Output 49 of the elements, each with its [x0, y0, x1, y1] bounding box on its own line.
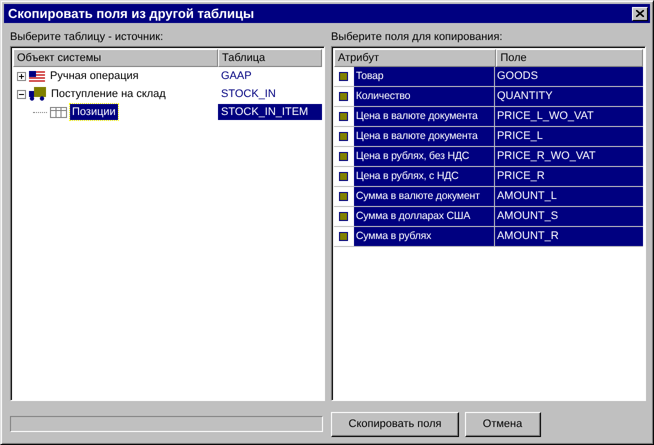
field-marker-icon	[339, 72, 348, 81]
column-header[interactable]: Объект системы	[13, 49, 218, 67]
field-marker-icon	[339, 192, 348, 201]
cancel-button[interactable]: Отмена	[464, 412, 540, 436]
field-marker-icon	[339, 232, 348, 241]
field-cell[interactable]: QUANTITY	[494, 87, 644, 106]
expand-icon[interactable]	[17, 72, 26, 80]
tree-item[interactable]: Ручная операция	[48, 68, 141, 84]
field-marker-icon	[339, 92, 348, 101]
attribute-cell[interactable]: Количество	[354, 87, 495, 106]
field-cell[interactable]: GOODS	[494, 67, 644, 86]
attribute-cell[interactable]: Цена в рублях, без НДС	[354, 147, 495, 166]
table-cell-text: GAAP	[220, 69, 253, 84]
attribute-cell[interactable]: Цена в валюте документа	[354, 107, 495, 126]
attribute-cell[interactable]: Товар	[354, 67, 495, 86]
collapse-icon[interactable]	[17, 90, 26, 98]
copy-fields-button[interactable]: Скопировать поля	[331, 412, 459, 436]
table-cell-text: STOCK_IN	[220, 87, 277, 102]
table-cell: STOCK_IN_ITEM	[218, 104, 322, 120]
attribute-cell[interactable]: Сумма в валюте документ	[354, 187, 495, 206]
attribute-cell[interactable]: Цена в валюте документа	[354, 127, 495, 146]
source-label: Выберите таблицу - источник:	[10, 30, 164, 45]
field-marker-icon	[339, 172, 348, 181]
attribute-cell[interactable]: Сумма в рублях	[354, 227, 495, 246]
truck-icon	[29, 87, 46, 101]
field-cell[interactable]: AMOUNT_R	[494, 227, 644, 246]
column-header[interactable]: Атрибут	[334, 49, 496, 67]
field-cell[interactable]: PRICE_L_WO_VAT	[494, 107, 644, 126]
field-cell[interactable]: PRICE_R	[494, 167, 644, 186]
field-marker-icon	[339, 152, 348, 161]
field-cell[interactable]: PRICE_L	[494, 127, 644, 146]
flag-icon	[29, 70, 45, 82]
column-header[interactable]: Поле	[496, 49, 643, 67]
window-title: Скопировать поля из другой таблицы	[8, 4, 254, 23]
close-button[interactable]	[632, 6, 648, 20]
field-marker-icon	[339, 212, 348, 221]
table-icon	[50, 106, 67, 118]
column-header[interactable]: Таблица	[218, 49, 322, 67]
field-cell[interactable]: AMOUNT_S	[494, 207, 644, 226]
field-cell[interactable]: AMOUNT_L	[494, 187, 644, 206]
attribute-cell[interactable]: Цена в рублях, с НДС	[354, 167, 495, 186]
fields-label: Выберите поля для копирования:	[331, 30, 504, 45]
attribute-cell[interactable]: Сумма в долларах США	[354, 207, 495, 226]
field-marker-icon	[339, 132, 348, 141]
tree-item[interactable]: Поступление на склад	[49, 86, 168, 102]
close-icon	[636, 10, 644, 17]
tree-item[interactable]: Позиции	[70, 104, 118, 120]
field-cell[interactable]: PRICE_R_WO_VAT	[494, 147, 644, 166]
field-marker-icon	[339, 112, 348, 121]
